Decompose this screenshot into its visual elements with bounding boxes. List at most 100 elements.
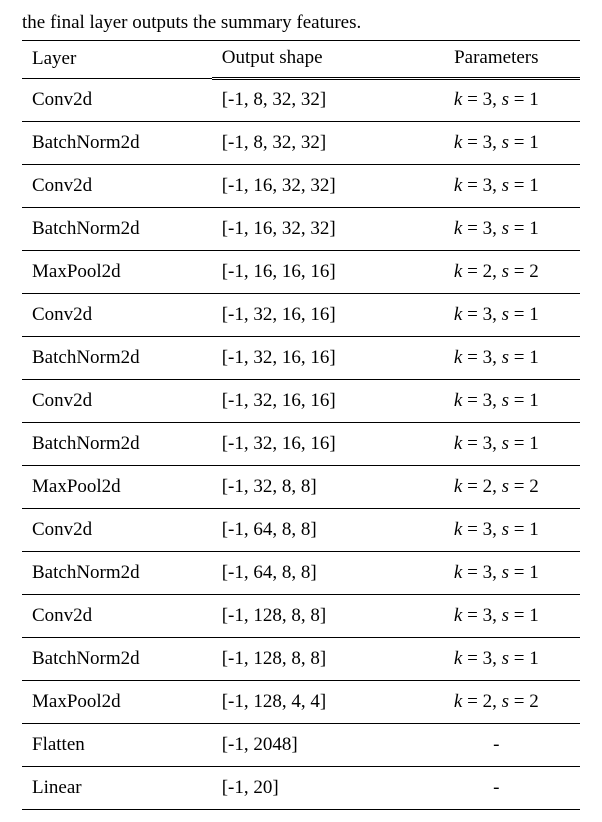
cell-params: k = 3, s = 1: [413, 122, 580, 165]
k-val: 2: [483, 476, 493, 497]
s-val: 1: [529, 519, 539, 540]
cell-shape: [-1, 16, 32, 32]: [212, 165, 413, 208]
cell-layer: Conv2d: [22, 509, 212, 552]
cell-layer: BatchNorm2d: [22, 208, 212, 251]
cell-params: k = 2, s = 2: [413, 466, 580, 509]
k-var: k: [454, 175, 462, 196]
s-val: 1: [529, 175, 539, 196]
k-val: 3: [483, 304, 493, 325]
cell-params: k = 2, s = 2: [413, 681, 580, 724]
cell-layer: MaxPool2d: [22, 251, 212, 294]
k-var: k: [454, 605, 462, 626]
k-val: 3: [483, 132, 493, 153]
table-row: Linear[-1, 20]-: [22, 767, 580, 810]
cell-params: k = 2, s = 2: [413, 251, 580, 294]
k-var: k: [454, 89, 462, 110]
cell-layer: Conv2d: [22, 294, 212, 337]
header-layer: Layer: [22, 41, 212, 79]
table-row: BatchNorm2d[-1, 8, 32, 32]k = 3, s = 1: [22, 122, 580, 165]
cell-shape: [-1, 32, 16, 16]: [212, 337, 413, 380]
cell-params: k = 3, s = 1: [413, 595, 580, 638]
k-val: 2: [483, 261, 493, 282]
table-row: Flatten[-1, 2048]-: [22, 724, 580, 767]
k-var: k: [454, 347, 462, 368]
cell-layer: BatchNorm2d: [22, 552, 212, 595]
cell-shape: [-1, 32, 16, 16]: [212, 380, 413, 423]
table-row: BatchNorm2d[-1, 64, 8, 8]k = 3, s = 1: [22, 552, 580, 595]
cell-shape: [-1, 32, 16, 16]: [212, 423, 413, 466]
cell-layer: Conv2d: [22, 380, 212, 423]
s-var: s: [502, 218, 509, 239]
table-row: Conv2d[-1, 64, 8, 8]k = 3, s = 1: [22, 509, 580, 552]
s-var: s: [502, 476, 509, 497]
k-val: 2: [483, 691, 493, 712]
k-var: k: [454, 648, 462, 669]
cell-shape: [-1, 2048]: [212, 724, 413, 767]
header-shape: Output shape: [212, 41, 413, 79]
cell-shape: [-1, 8, 32, 32]: [212, 79, 413, 122]
s-var: s: [502, 347, 509, 368]
k-var: k: [454, 476, 462, 497]
s-val: 1: [529, 562, 539, 583]
k-var: k: [454, 261, 462, 282]
k-val: 3: [483, 218, 493, 239]
cell-params: k = 3, s = 1: [413, 423, 580, 466]
k-val: 3: [483, 175, 493, 196]
table-row: MaxPool2d[-1, 128, 4, 4]k = 2, s = 2: [22, 681, 580, 724]
s-var: s: [502, 261, 509, 282]
k-val: 3: [483, 562, 493, 583]
table-row: BatchNorm2d[-1, 32, 16, 16]k = 3, s = 1: [22, 337, 580, 380]
table-row: MaxPool2d[-1, 32, 8, 8]k = 2, s = 2: [22, 466, 580, 509]
s-val: 1: [529, 132, 539, 153]
k-var: k: [454, 304, 462, 325]
s-val: 2: [529, 476, 539, 497]
cell-params: k = 3, s = 1: [413, 165, 580, 208]
s-val: 1: [529, 218, 539, 239]
s-val: 1: [529, 89, 539, 110]
s-val: 1: [529, 347, 539, 368]
cell-params: k = 3, s = 1: [413, 380, 580, 423]
cell-params: k = 3, s = 1: [413, 294, 580, 337]
cell-shape: [-1, 64, 8, 8]: [212, 552, 413, 595]
s-var: s: [502, 304, 509, 325]
s-var: s: [502, 175, 509, 196]
cell-layer: BatchNorm2d: [22, 337, 212, 380]
k-var: k: [454, 132, 462, 153]
k-var: k: [454, 562, 462, 583]
cell-shape: [-1, 32, 16, 16]: [212, 294, 413, 337]
table-row: BatchNorm2d[-1, 128, 8, 8]k = 3, s = 1: [22, 638, 580, 681]
cell-shape: [-1, 128, 8, 8]: [212, 595, 413, 638]
cell-params: k = 3, s = 1: [413, 552, 580, 595]
cell-layer: MaxPool2d: [22, 681, 212, 724]
k-val: 3: [483, 347, 493, 368]
cell-layer: Flatten: [22, 724, 212, 767]
cell-layer: MaxPool2d: [22, 466, 212, 509]
header-params: Parameters: [413, 41, 580, 79]
table-body: Conv2d[-1, 8, 32, 32]k = 3, s = 1BatchNo…: [22, 79, 580, 810]
s-var: s: [502, 691, 509, 712]
s-val: 2: [529, 261, 539, 282]
cell-shape: [-1, 32, 8, 8]: [212, 466, 413, 509]
table-header-row: Layer Output shape Parameters: [22, 41, 580, 79]
k-val: 3: [483, 433, 493, 454]
caption-fragment: the final layer outputs the summary feat…: [22, 12, 580, 34]
table-row: Conv2d[-1, 8, 32, 32]k = 3, s = 1: [22, 79, 580, 122]
cell-shape: [-1, 128, 4, 4]: [212, 681, 413, 724]
cell-layer: Conv2d: [22, 165, 212, 208]
s-val: 1: [529, 605, 539, 626]
s-var: s: [502, 433, 509, 454]
cell-layer: Conv2d: [22, 79, 212, 122]
s-val: 1: [529, 390, 539, 411]
s-var: s: [502, 132, 509, 153]
cell-params: k = 3, s = 1: [413, 79, 580, 122]
table-row: BatchNorm2d[-1, 16, 32, 32]k = 3, s = 1: [22, 208, 580, 251]
s-var: s: [502, 562, 509, 583]
k-var: k: [454, 218, 462, 239]
table-row: Conv2d[-1, 16, 32, 32]k = 3, s = 1: [22, 165, 580, 208]
cell-layer: BatchNorm2d: [22, 423, 212, 466]
cell-params: -: [413, 724, 580, 767]
s-val: 1: [529, 304, 539, 325]
k-val: 3: [483, 89, 493, 110]
table-row: BatchNorm2d[-1, 32, 16, 16]k = 3, s = 1: [22, 423, 580, 466]
cell-layer: Linear: [22, 767, 212, 810]
